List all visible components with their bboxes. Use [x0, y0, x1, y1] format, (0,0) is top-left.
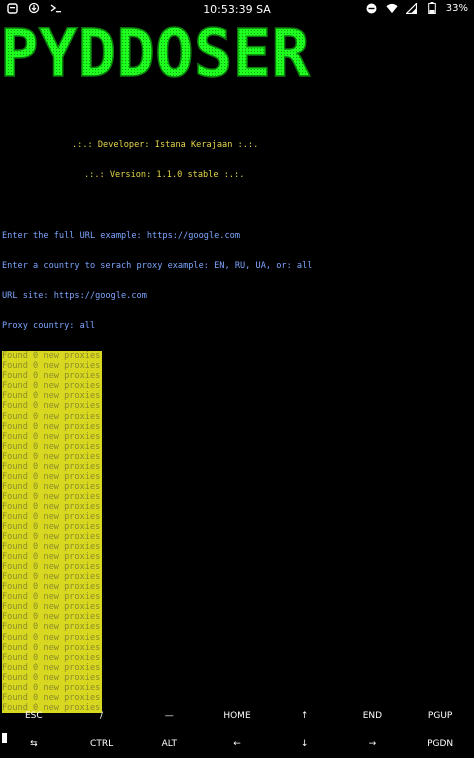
proxy-country-line: Proxy country: all: [2, 321, 96, 332]
key-slash[interactable]: /: [68, 702, 136, 730]
proxy-result-text: Found 0 new proxies: [2, 612, 103, 623]
proxy-result-line: Found 0 new proxies: [2, 451, 472, 462]
proxy-result-line: Found 0 new proxies: [2, 381, 472, 392]
credit-version: .:.: Version: 1.1.0 stable :.:.: [84, 170, 245, 181]
prompt-url: Enter the full URL example: https://goog…: [2, 230, 240, 241]
proxy-result-text: Found 0 new proxies: [2, 642, 103, 653]
proxy-result-text: Found 0 new proxies: [2, 542, 103, 553]
proxy-result-line: Found 0 new proxies: [2, 411, 472, 422]
proxy-result-line: Found 0 new proxies: [2, 542, 472, 553]
proxy-result-text: Found 0 new proxies: [2, 652, 103, 663]
proxy-result-line: Found 0 new proxies: [2, 652, 472, 663]
banner-title: PYDDOSER: [0, 16, 310, 86]
proxy-result-line: Found 0 new proxies: [2, 612, 472, 623]
proxy-result-text: Found 0 new proxies: [2, 491, 103, 502]
proxy-result-text: Found 0 new proxies: [2, 632, 103, 643]
proxy-results: Found 0 new proxies Found 0 new proxies Fo…: [2, 351, 472, 713]
battery-icon: [426, 2, 438, 14]
proxy-result-text: Found 0 new proxies: [2, 481, 103, 492]
key-end[interactable]: END: [339, 702, 407, 730]
terminal-output[interactable]: .:.: Developer: Istana Kerajaan :.:. .:.…: [2, 90, 472, 753]
proxy-result-text: Found 0 new proxies: [2, 381, 103, 392]
status-right-icons: 33%: [366, 2, 468, 14]
proxy-result-text: Found 0 new proxies: [2, 562, 103, 573]
proxy-result-text: Found 0 new proxies: [2, 351, 103, 362]
proxy-result-text: Found 0 new proxies: [2, 622, 103, 633]
proxy-result-line: Found 0 new proxies: [2, 361, 472, 372]
proxy-result-text: Found 0 new proxies: [2, 592, 103, 603]
key-ctrl[interactable]: CTRL: [68, 730, 136, 758]
proxy-result-text: Found 0 new proxies: [2, 431, 103, 442]
proxy-result-line: Found 0 new proxies: [2, 562, 472, 573]
key-pgup[interactable]: PGUP: [406, 702, 474, 730]
proxy-result-line: Found 0 new proxies: [2, 592, 472, 603]
proxy-result-line: Found 0 new proxies: [2, 642, 472, 653]
prompt-country: Enter a country to serach proxy example:…: [2, 260, 313, 271]
key-home[interactable]: HOME: [203, 702, 271, 730]
proxy-result-line: Found 0 new proxies: [2, 461, 472, 472]
proxy-result-line: Found 0 new proxies: [2, 351, 472, 362]
proxy-result-line: Found 0 new proxies: [2, 582, 472, 593]
proxy-result-line: Found 0 new proxies: [2, 491, 472, 502]
proxy-result-text: Found 0 new proxies: [2, 371, 103, 382]
key-right[interactable]: →: [339, 730, 407, 758]
proxy-result-line: Found 0 new proxies: [2, 501, 472, 512]
proxy-result-line: Found 0 new proxies: [2, 441, 472, 452]
proxy-result-line: Found 0 new proxies: [2, 511, 472, 523]
proxy-result-text: Found 0 new proxies: [2, 461, 103, 472]
proxy-result-text: Found 0 new proxies: [2, 471, 103, 482]
key-alt[interactable]: ALT: [135, 730, 203, 758]
proxy-result-line: Found 0 new proxies: [2, 532, 472, 543]
proxy-result-line: Found 0 new proxies: [2, 682, 472, 693]
proxy-result-line: Found 0 new proxies: [2, 471, 472, 482]
proxy-result-line: Found 0 new proxies: [2, 662, 472, 673]
proxy-result-line: Found 0 new proxies: [2, 401, 472, 412]
proxy-result-text: Found 0 new proxies: [2, 501, 103, 512]
proxy-result-text: Found 0 new proxies: [2, 511, 103, 523]
proxy-result-text: Found 0 new proxies: [2, 421, 103, 432]
key-up[interactable]: ↑: [271, 702, 339, 730]
proxy-result-line: Found 0 new proxies: [2, 572, 472, 583]
proxy-result-text: Found 0 new proxies: [2, 451, 103, 462]
credit-developer: .:.: Developer: Istana Kerajaan :.:.: [72, 140, 259, 151]
proxy-result-text: Found 0 new proxies: [2, 522, 103, 533]
proxy-result-line: Found 0 new proxies: [2, 602, 472, 613]
proxy-result-line: Found 0 new proxies: [2, 371, 472, 382]
ascii-banner: PYDDOSER: [0, 14, 474, 93]
proxy-result-text: Found 0 new proxies: [2, 532, 103, 543]
dnd-icon: [366, 2, 378, 14]
key-esc[interactable]: ESC: [0, 702, 68, 730]
proxy-result-text: Found 0 new proxies: [2, 441, 103, 452]
proxy-result-text: Found 0 new proxies: [2, 391, 103, 402]
key-tab[interactable]: ⇆: [0, 730, 68, 758]
proxy-result-text: Found 0 new proxies: [2, 572, 103, 583]
proxy-result-text: Found 0 new proxies: [2, 411, 103, 422]
key-pgdn[interactable]: PGDN: [406, 730, 474, 758]
extra-keys-bar: ESC / — HOME ↑ END PGUP ⇆ CTRL ALT ← ↓ →…: [0, 702, 474, 758]
proxy-result-line: Found 0 new proxies: [2, 672, 472, 683]
key-down[interactable]: ↓: [271, 730, 339, 758]
url-site-line: URL site: https://google.com: [2, 290, 147, 301]
proxy-result-line: Found 0 new proxies: [2, 481, 472, 492]
proxy-result-line: Found 0 new proxies: [2, 632, 472, 643]
proxy-result-line: Found 0 new proxies: [2, 622, 472, 633]
proxy-result-line: Found 0 new proxies: [2, 431, 472, 442]
proxy-result-text: Found 0 new proxies: [2, 682, 103, 693]
proxy-result-text: Found 0 new proxies: [2, 602, 103, 613]
proxy-result-line: Found 0 new proxies: [2, 391, 472, 402]
key-left[interactable]: ←: [203, 730, 271, 758]
proxy-result-line: Found 0 new proxies: [2, 552, 472, 563]
proxy-result-line: Found 0 new proxies: [2, 522, 472, 533]
wifi-icon: [386, 2, 398, 14]
proxy-result-text: Found 0 new proxies: [2, 552, 103, 563]
battery-percent: 33%: [445, 2, 468, 14]
proxy-result-text: Found 0 new proxies: [2, 672, 103, 683]
proxy-result-text: Found 0 new proxies: [2, 361, 103, 372]
key-dash[interactable]: —: [135, 702, 203, 730]
proxy-result-text: Found 0 new proxies: [2, 401, 103, 412]
proxy-result-text: Found 0 new proxies: [2, 582, 103, 593]
proxy-result-line: Found 0 new proxies: [2, 421, 472, 432]
signal-icon: [406, 2, 418, 14]
proxy-result-text: Found 0 new proxies: [2, 662, 103, 673]
